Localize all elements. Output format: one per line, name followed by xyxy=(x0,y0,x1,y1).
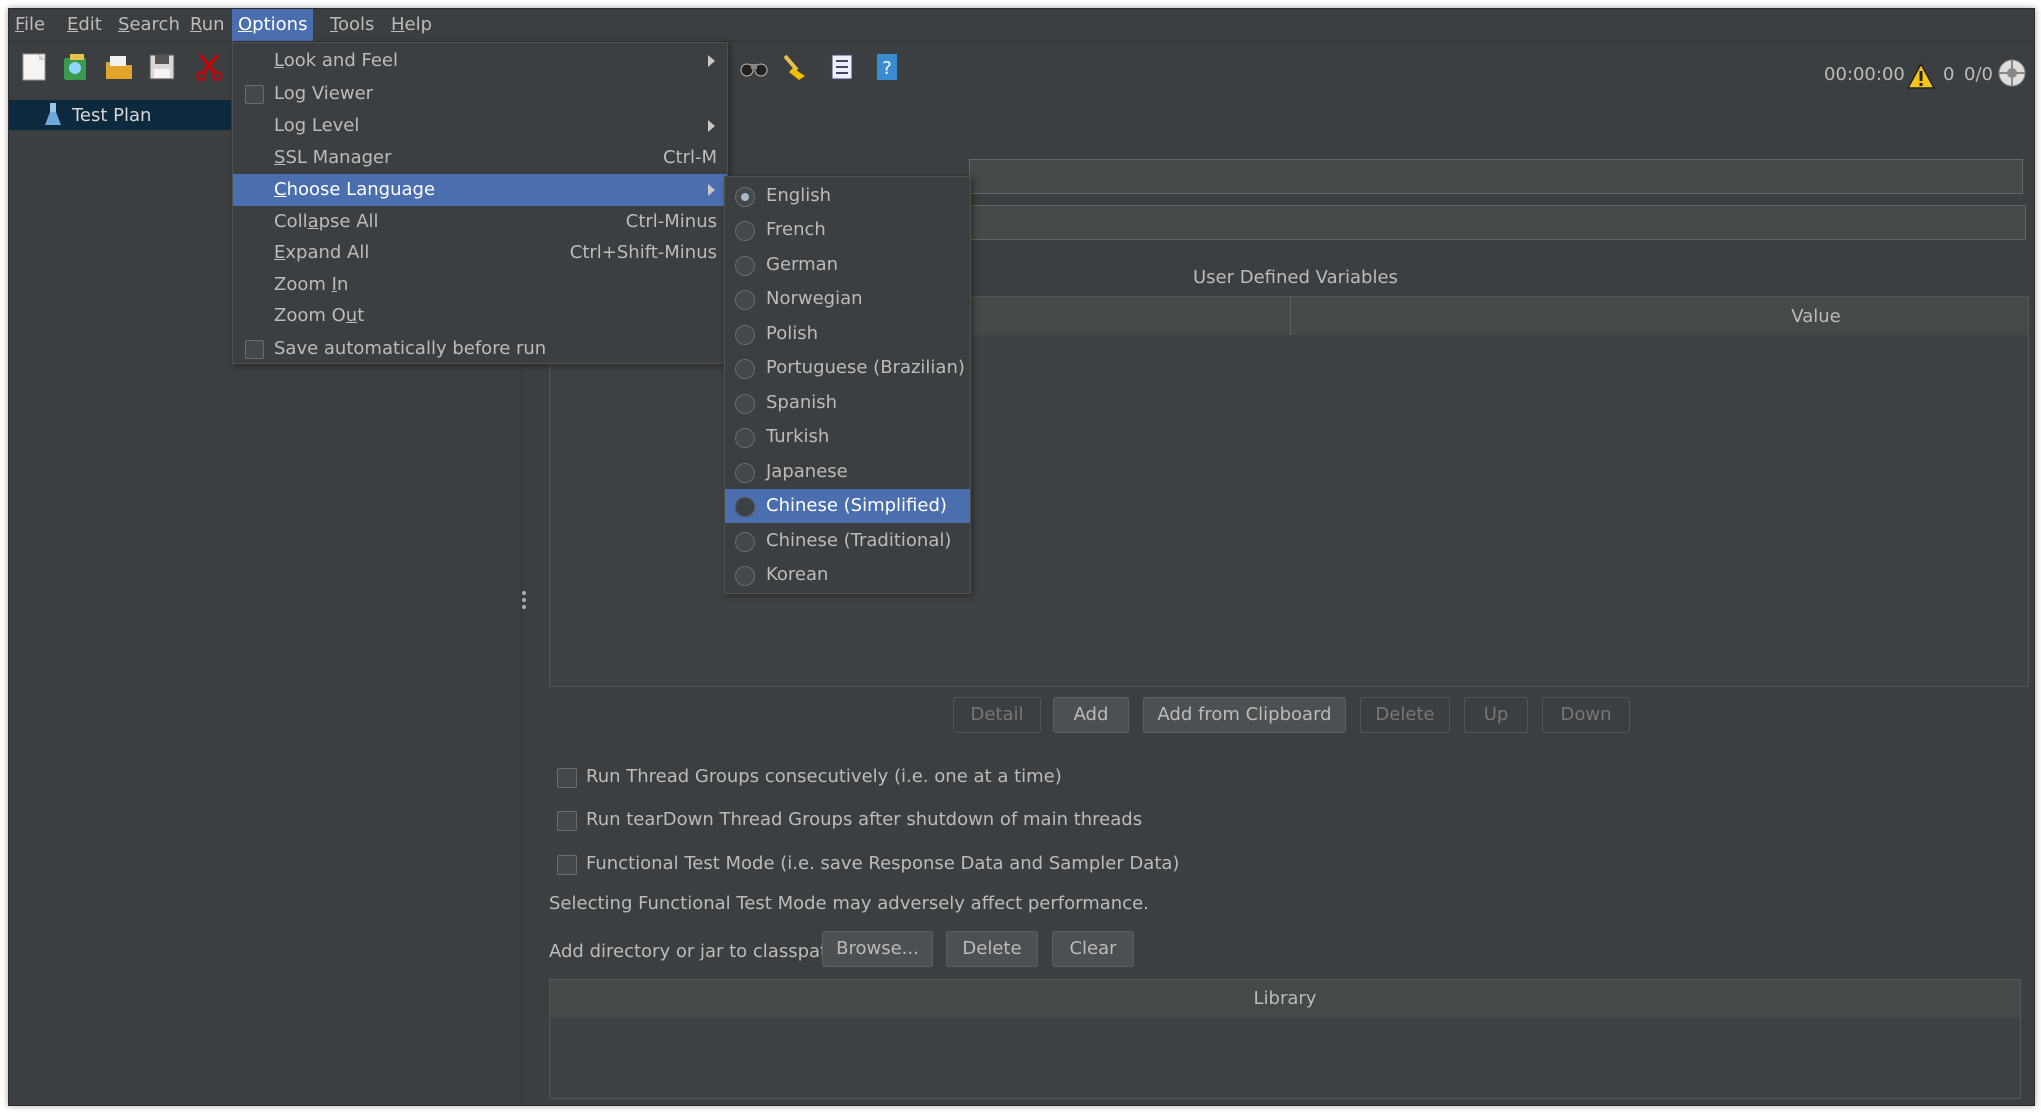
delete-classpath-button[interactable]: Delete xyxy=(946,931,1038,967)
radio-icon xyxy=(735,221,755,241)
submenu-arrow-icon xyxy=(708,55,715,67)
up-button[interactable]: Up xyxy=(1464,697,1528,733)
radio-icon xyxy=(735,394,755,414)
remote-globe-icon[interactable] xyxy=(1997,58,2027,88)
submenu-arrow-icon xyxy=(708,120,715,132)
library-table-body[interactable] xyxy=(549,1018,2021,1099)
functional-mode-checkbox[interactable] xyxy=(557,855,577,875)
menu-item-zoom-out[interactable]: Zoom Out xyxy=(233,300,727,332)
add-button[interactable]: Add xyxy=(1053,697,1129,733)
language-option-spanish[interactable]: Spanish xyxy=(725,386,970,420)
new-file-icon[interactable] xyxy=(19,52,49,82)
elapsed-time: 00:00:00 xyxy=(1824,64,1905,85)
menu-options[interactable]: Options xyxy=(232,9,314,41)
menu-item-collapse-all[interactable]: Collapse All Ctrl-Minus xyxy=(233,206,727,238)
run-teardown-checkbox[interactable] xyxy=(557,811,577,831)
menu-tools[interactable]: Tools xyxy=(324,9,380,41)
binoculars-icon[interactable] xyxy=(739,52,769,82)
radio-icon xyxy=(735,428,755,448)
menu-run[interactable]: Run xyxy=(184,9,231,41)
menu-file[interactable]: File xyxy=(9,9,51,41)
radio-icon xyxy=(735,290,755,310)
language-option-french[interactable]: French xyxy=(725,213,970,247)
language-option-norwegian[interactable]: Norwegian xyxy=(725,282,970,316)
help-icon[interactable]: ? xyxy=(872,52,902,82)
browse-button[interactable]: Browse... xyxy=(822,931,933,967)
menu-item-zoom-in[interactable]: Zoom In xyxy=(233,269,727,301)
language-option-german[interactable]: German xyxy=(725,248,970,282)
language-option-english[interactable]: English xyxy=(725,179,970,213)
flask-icon xyxy=(45,103,61,125)
jmeter-window: File Edit Search Run Options Tools Help … xyxy=(8,8,2035,1106)
language-option-polish[interactable]: Polish xyxy=(725,317,970,351)
radio-icon xyxy=(735,256,755,276)
tree-item-test-plan[interactable]: Test Plan xyxy=(9,100,231,130)
radio-selected-icon xyxy=(735,187,755,207)
menu-search[interactable]: Search xyxy=(112,9,186,41)
menu-help[interactable]: Help xyxy=(385,9,438,41)
menu-item-expand-all[interactable]: Expand All Ctrl+Shift-Minus xyxy=(233,237,727,269)
menu-item-choose-language[interactable]: Choose Language xyxy=(233,174,727,206)
clear-classpath-button[interactable]: Clear xyxy=(1052,931,1134,967)
menu-item-ssl-manager[interactable]: SSL Manager Ctrl-M xyxy=(233,142,727,174)
language-option-korean[interactable]: Korean xyxy=(725,558,970,592)
language-submenu: English French German Norwegian Polish P… xyxy=(724,176,971,594)
menu-item-log-viewer[interactable]: Log Viewer xyxy=(233,78,727,110)
run-consecutively-checkbox[interactable] xyxy=(557,768,577,788)
delete-variable-button[interactable]: Delete xyxy=(1360,697,1450,733)
language-option-chinese-simplified[interactable]: Chinese (Simplified) xyxy=(725,489,970,523)
menu-bar: File Edit Search Run Options Tools Help xyxy=(9,9,2034,42)
options-menu: Look and Feel Log Viewer Log Level SSL M… xyxy=(232,42,728,364)
user-defined-variables-title: User Defined Variables xyxy=(1193,267,1398,288)
templates-icon[interactable] xyxy=(61,52,91,82)
detail-button[interactable]: Detail xyxy=(953,697,1041,733)
language-option-chinese-traditional[interactable]: Chinese (Traditional) xyxy=(725,524,970,558)
add-from-clipboard-button[interactable]: Add from Clipboard xyxy=(1143,697,1346,733)
radio-icon xyxy=(735,532,755,552)
menu-item-log-level[interactable]: Log Level xyxy=(233,110,727,142)
classpath-label: Add directory or jar to classpath xyxy=(549,941,839,962)
cut-icon[interactable] xyxy=(194,52,224,82)
svg-text:?: ? xyxy=(882,58,892,79)
active-threads: 0/0 xyxy=(1964,64,1993,85)
save-icon[interactable] xyxy=(147,52,177,82)
column-value: Value xyxy=(1791,306,1841,327)
comments-field[interactable] xyxy=(969,205,2026,240)
open-folder-icon[interactable] xyxy=(104,52,134,82)
log-viewer-checkbox[interactable] xyxy=(245,85,264,104)
radio-icon xyxy=(735,497,755,517)
functional-mode-note: Selecting Functional Test Mode may adver… xyxy=(549,893,1149,914)
library-table-header: Library xyxy=(549,979,2021,1019)
menu-item-look-and-feel[interactable]: Look and Feel xyxy=(233,45,727,77)
down-button[interactable]: Down xyxy=(1542,697,1630,733)
language-option-turkish[interactable]: Turkish xyxy=(725,420,970,454)
save-automatically-checkbox[interactable] xyxy=(245,340,264,359)
radio-icon xyxy=(735,359,755,379)
splitter-handle[interactable] xyxy=(521,591,527,612)
radio-icon xyxy=(735,325,755,345)
function-list-icon[interactable] xyxy=(827,52,857,82)
menu-edit[interactable]: Edit xyxy=(61,9,108,41)
menu-item-save-automatically[interactable]: Save automatically before run xyxy=(233,333,727,365)
radio-icon xyxy=(735,566,755,586)
language-option-japanese[interactable]: Japanese xyxy=(725,455,970,489)
warning-icon[interactable] xyxy=(1906,62,1936,90)
submenu-arrow-icon xyxy=(708,184,715,196)
radio-icon xyxy=(735,463,755,483)
column-divider xyxy=(1290,297,1291,335)
warning-count: 0 xyxy=(1943,64,1955,85)
language-option-portuguese-brazilian[interactable]: Portuguese (Brazilian) xyxy=(725,351,970,385)
clear-broom-icon[interactable] xyxy=(779,52,809,82)
name-field[interactable] xyxy=(969,159,2023,194)
